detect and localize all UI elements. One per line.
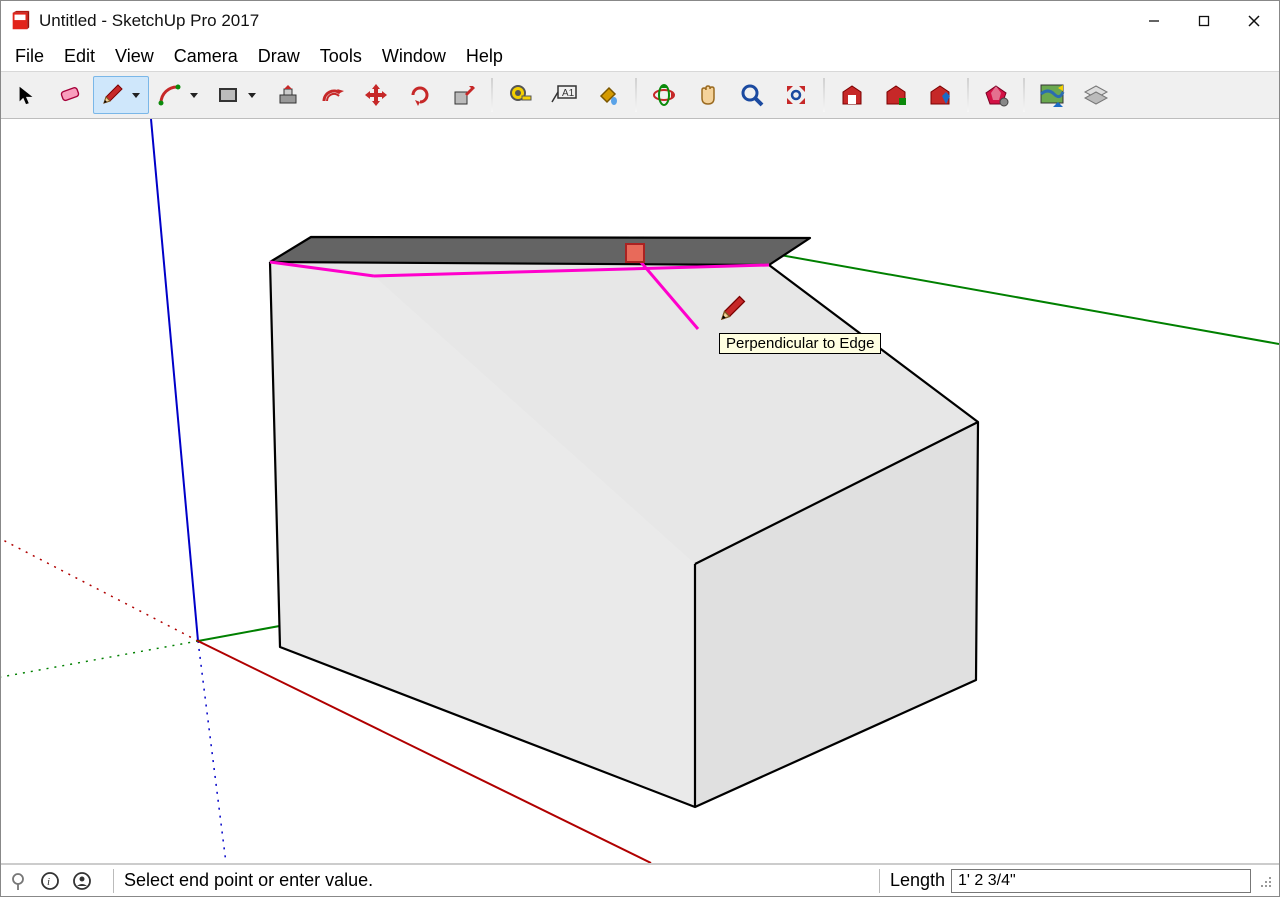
resize-grip[interactable] bbox=[1257, 873, 1273, 889]
menu-camera[interactable]: Camera bbox=[164, 44, 248, 69]
offset-tool[interactable] bbox=[311, 76, 353, 114]
arc-tool[interactable] bbox=[151, 76, 207, 114]
warehouse-share-button[interactable] bbox=[919, 76, 961, 114]
zoom-extents-tool[interactable] bbox=[775, 76, 817, 114]
dropdown-icon bbox=[190, 93, 198, 98]
status-hint: Select end point or enter value. bbox=[124, 870, 373, 891]
rotate-tool[interactable] bbox=[399, 76, 441, 114]
inference-tooltip: Perpendicular to Edge bbox=[719, 333, 881, 354]
select-tool[interactable] bbox=[5, 76, 47, 114]
geo-status-icon[interactable] bbox=[7, 870, 29, 892]
menu-bar: File Edit View Camera Draw Tools Window … bbox=[1, 41, 1279, 71]
window-title: Untitled - SketchUp Pro 2017 bbox=[39, 11, 259, 31]
text-tool[interactable]: A1 bbox=[543, 76, 585, 114]
toolbar: A1 bbox=[1, 71, 1279, 119]
close-button[interactable] bbox=[1229, 1, 1279, 41]
menu-tools[interactable]: Tools bbox=[310, 44, 372, 69]
dropdown-icon bbox=[132, 93, 140, 98]
zoom-tool[interactable] bbox=[731, 76, 773, 114]
menu-view[interactable]: View bbox=[105, 44, 164, 69]
rectangle-tool[interactable] bbox=[209, 76, 265, 114]
menu-file[interactable]: File bbox=[5, 44, 54, 69]
menu-help[interactable]: Help bbox=[456, 44, 513, 69]
vcb-label: Length bbox=[890, 870, 945, 891]
status-bar: i Select end point or enter value. Lengt… bbox=[1, 864, 1279, 896]
pencil-tool[interactable] bbox=[93, 76, 149, 114]
tape-tool[interactable] bbox=[499, 76, 541, 114]
location-button[interactable] bbox=[1031, 76, 1073, 114]
menu-window[interactable]: Window bbox=[372, 44, 456, 69]
svg-text:i: i bbox=[47, 876, 50, 888]
dropdown-icon bbox=[248, 93, 256, 98]
warehouse-components-button[interactable] bbox=[875, 76, 917, 114]
measurements-input[interactable] bbox=[951, 869, 1251, 893]
extension-warehouse-button[interactable] bbox=[975, 76, 1017, 114]
scale-tool[interactable] bbox=[443, 76, 485, 114]
credits-status-icon[interactable]: i bbox=[39, 870, 61, 892]
paint-tool[interactable] bbox=[587, 76, 629, 114]
title-bar: Untitled - SketchUp Pro 2017 bbox=[1, 1, 1279, 41]
pushpull-tool[interactable] bbox=[267, 76, 309, 114]
maximize-button[interactable] bbox=[1179, 1, 1229, 41]
warehouse-button[interactable] bbox=[831, 76, 873, 114]
menu-edit[interactable]: Edit bbox=[54, 44, 105, 69]
eraser-tool[interactable] bbox=[49, 76, 91, 114]
orbit-tool[interactable] bbox=[643, 76, 685, 114]
minimize-button[interactable] bbox=[1129, 1, 1179, 41]
app-icon bbox=[9, 10, 31, 32]
layers-button[interactable] bbox=[1075, 76, 1117, 114]
app-window: Untitled - SketchUp Pro 2017 File Edit V… bbox=[0, 0, 1280, 897]
viewport[interactable]: Perpendicular to Edge bbox=[1, 119, 1279, 864]
pan-tool[interactable] bbox=[687, 76, 729, 114]
user-status-icon[interactable] bbox=[71, 870, 93, 892]
menu-draw[interactable]: Draw bbox=[248, 44, 310, 69]
svg-text:A1: A1 bbox=[562, 88, 575, 99]
move-tool[interactable] bbox=[355, 76, 397, 114]
